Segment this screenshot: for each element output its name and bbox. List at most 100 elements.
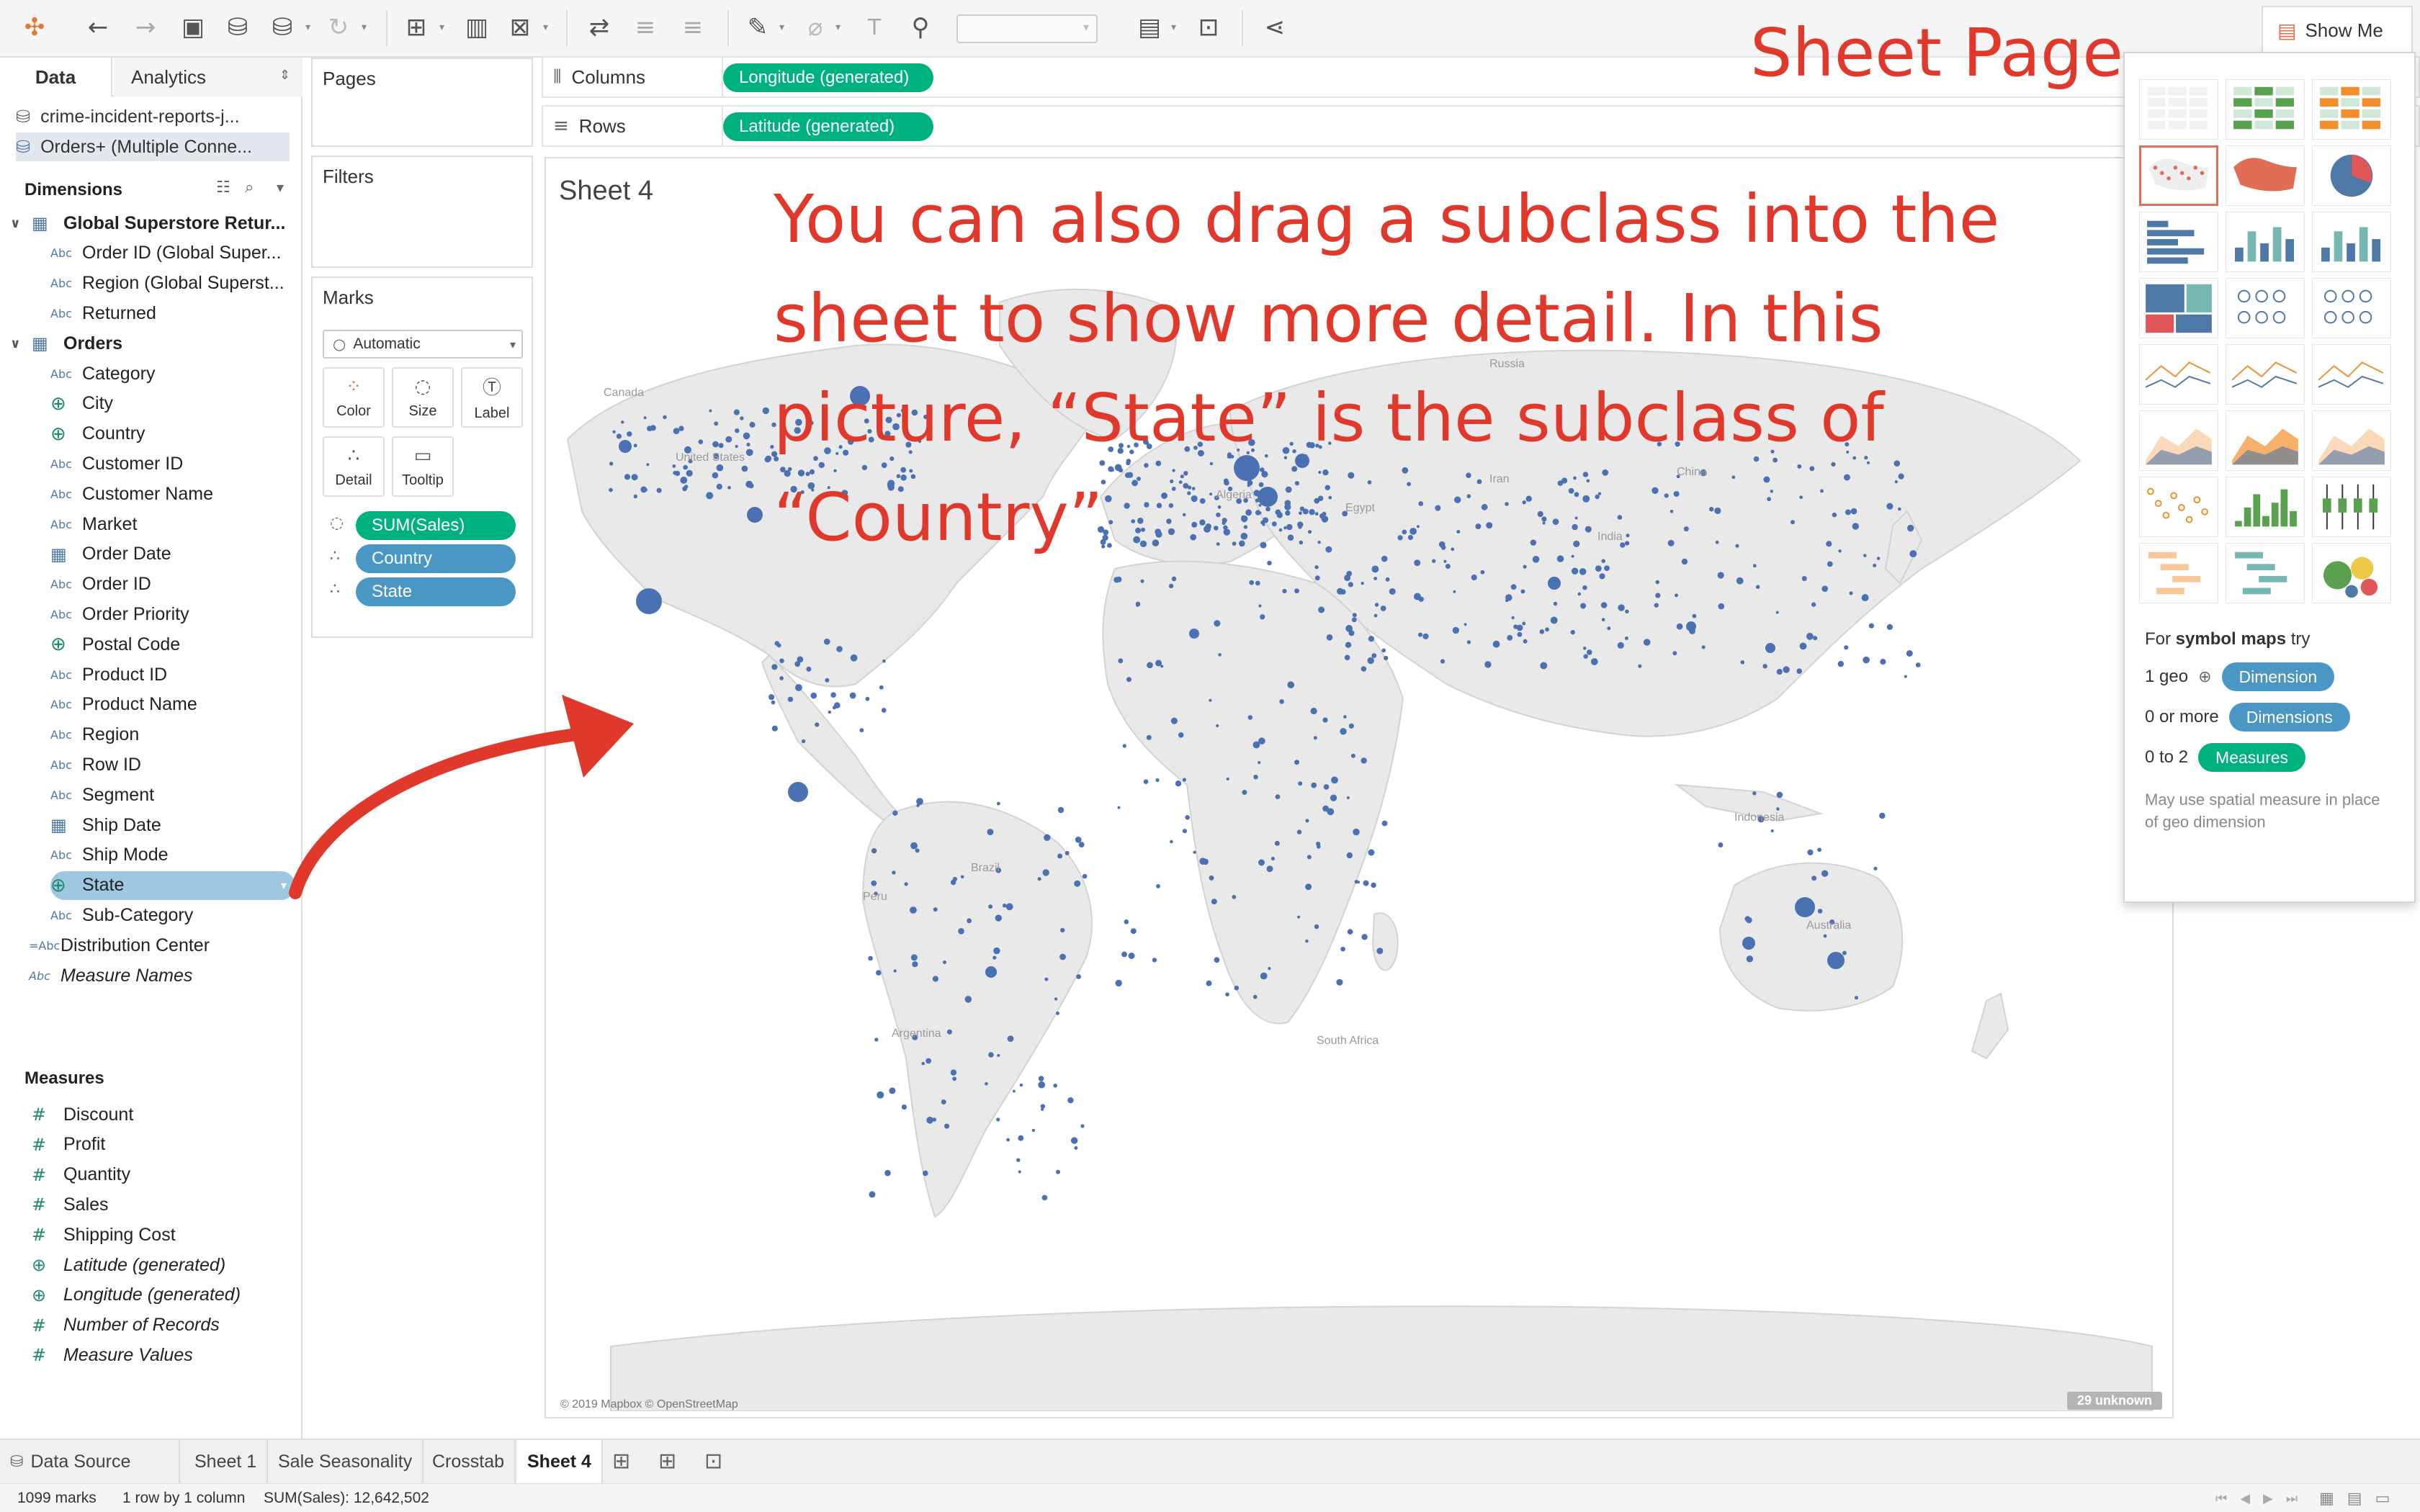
dimension-field[interactable]: Abc Row ID (50, 750, 141, 779)
tab-sheet-4[interactable]: Sheet 4 (517, 1440, 603, 1483)
show-me-dual-combination-thumbnail[interactable] (2312, 410, 2391, 471)
mark-pill-state[interactable]: State (356, 577, 516, 606)
unknown-badge[interactable]: 29 unknown (2066, 1392, 2162, 1410)
dimension-group[interactable]: ∨ ▦ Global Superstore Retur... (10, 209, 285, 238)
rows-pill-latitude[interactable]: Latitude (generated) (723, 112, 933, 141)
show-me-symbol-map-thumbnail[interactable] (2139, 145, 2218, 206)
new-datasource-icon[interactable]: ⛁ (222, 12, 254, 43)
dimension-field[interactable]: ▦ Order Date (50, 540, 171, 569)
dimension-field[interactable]: Abc Category (50, 359, 155, 388)
dimension-field[interactable]: Abc Order ID (Global Super... (50, 239, 282, 268)
dimension-group[interactable]: ∨ ▦ Orders (10, 329, 122, 358)
prev-icon[interactable]: ◀ (2240, 1491, 2250, 1506)
columns-pill-longitude[interactable]: Longitude (generated) (723, 63, 933, 92)
tab-sheet-1[interactable]: Sheet 1 (184, 1440, 269, 1483)
dimension-field[interactable]: Abc Product Name (50, 690, 197, 719)
show-me-line-discrete-thumbnail[interactable] (2226, 344, 2305, 405)
show-me-scatter-plot-thumbnail[interactable] (2139, 477, 2218, 537)
pause-updates-icon[interactable]: ⛁ (266, 12, 298, 43)
chevron-down-icon[interactable]: ▾ (779, 22, 791, 33)
mark-pill-country[interactable]: Country (356, 544, 516, 573)
measure-field[interactable]: # Discount (32, 1100, 133, 1129)
chevron-down-icon[interactable]: ∨ (10, 336, 32, 351)
tab-analytics[interactable]: Analytics (114, 58, 302, 96)
highlight-icon[interactable]: ✎ (742, 12, 774, 43)
show-me-line-continuous-thumbnail[interactable] (2139, 344, 2218, 405)
presentation-icon[interactable]: ⊡ (1193, 12, 1224, 43)
measure-field[interactable]: # Shipping Cost (32, 1220, 176, 1249)
dimension-field[interactable]: Abc Returned (50, 299, 156, 328)
size-button[interactable]: ◌ Size (392, 367, 454, 428)
share-icon[interactable]: ⋖ (1259, 12, 1291, 43)
show-me-circle-view-thumbnail[interactable] (2226, 278, 2305, 338)
chevron-down-icon[interactable]: ▾ (1171, 22, 1183, 33)
datasource-crime[interactable]: ⛁ crime-incident-reports-j... (16, 102, 290, 131)
show-me-button[interactable]: ▤ Show Me (2262, 6, 2413, 53)
tabs-icon[interactable]: ▭ (2375, 1490, 2390, 1508)
chevron-down-icon[interactable]: ▾ (439, 22, 451, 33)
search-icon[interactable]: ⌕ (245, 179, 254, 197)
chevron-down-icon[interactable]: ▾ (362, 22, 373, 33)
dimension-field[interactable]: Abc Ship Mode (50, 841, 169, 870)
chevron-down-icon[interactable]: ▾ (835, 22, 847, 33)
sheet-title[interactable]: Sheet 4 (559, 176, 653, 207)
show-me-area-discrete-thumbnail[interactable] (2226, 410, 2305, 471)
fit-dropdown[interactable]: ▾ (956, 14, 1098, 43)
show-me-area-continuous-thumbnail[interactable] (2139, 410, 2218, 471)
dimension-field[interactable]: ⊕ State ▾ (50, 870, 295, 900)
undo-icon[interactable]: ← (82, 12, 114, 43)
fit-icon[interactable]: ▤ (1134, 12, 1165, 43)
measure-field[interactable]: ⊕ Latitude (generated) (32, 1251, 225, 1279)
duplicate-icon[interactable]: ▥ (461, 12, 493, 43)
measure-field[interactable]: # Number of Records (32, 1311, 220, 1340)
chevron-down-icon[interactable]: ▾ (277, 179, 284, 196)
show-me-heat-map-thumbnail[interactable] (2226, 79, 2305, 140)
last-icon[interactable]: ⏭ (2286, 1491, 2298, 1506)
swap-icon[interactable]: ⇄ (583, 12, 615, 43)
new-dashboard-icon[interactable]: ⊞ (658, 1449, 676, 1474)
dimension-field[interactable]: ⊕ City (50, 390, 113, 418)
dimension-field[interactable]: Abc Region (Global Superst... (50, 269, 284, 298)
measure-field[interactable]: # Quantity (32, 1161, 130, 1189)
dimension-field[interactable]: Abc Sub-Category (50, 901, 193, 930)
redo-icon[interactable]: → (130, 12, 161, 43)
dimension-field[interactable]: ▦ Ship Date (50, 811, 161, 840)
tab-sale-seasonality[interactable]: Sale Seasonality (268, 1440, 424, 1483)
datasource-orders[interactable]: ⛁ Orders+ (Multiple Conne... (16, 132, 290, 161)
measure-field[interactable]: # Profit (32, 1130, 105, 1159)
new-story-icon[interactable]: ⊡ (704, 1449, 722, 1474)
chevron-down-icon[interactable]: ▾ (543, 22, 555, 33)
next-icon[interactable]: ▶ (2263, 1491, 2273, 1506)
dimension-field[interactable]: Abc Measure Names (29, 961, 192, 990)
measure-field[interactable]: # Sales (32, 1190, 109, 1219)
tab-crosstab[interactable]: Crosstab (422, 1440, 516, 1483)
show-me-bullet-graph-thumbnail[interactable] (2226, 543, 2305, 603)
measure-field[interactable]: # Measure Values (32, 1341, 193, 1369)
show-me-highlight-table-thumbnail[interactable] (2312, 79, 2391, 140)
pages-card[interactable]: Pages (311, 58, 533, 147)
show-me-horizontal-bars-thumbnail[interactable] (2139, 212, 2218, 272)
new-worksheet-icon[interactable]: ⊞ (612, 1449, 630, 1474)
mark-pill-sum-sales[interactable]: SUM(Sales) (356, 511, 516, 540)
dimension-field[interactable]: Abc Region (50, 721, 139, 750)
new-worksheet-icon[interactable]: ⊞ (400, 12, 432, 43)
tooltip-button[interactable]: ▭ Tooltip (392, 436, 454, 497)
filters-card[interactable]: Filters (311, 156, 533, 268)
show-me-treemap-thumbnail[interactable] (2139, 278, 2218, 338)
show-me-pie-chart-thumbnail[interactable] (2312, 145, 2391, 206)
chevron-down-icon[interactable]: ▾ (305, 22, 317, 33)
show-me-filled-map-thumbnail[interactable] (2226, 145, 2305, 206)
dimension-field[interactable]: Abc Order Priority (50, 600, 189, 629)
group-icon[interactable]: ⌀ (799, 12, 831, 43)
dimension-field[interactable]: Abc Customer ID (50, 449, 183, 478)
refresh-icon[interactable]: ↻ (323, 12, 354, 43)
dimension-field[interactable]: ⊕ Postal Code (50, 630, 180, 659)
chevron-down-icon[interactable]: ∨ (10, 216, 32, 231)
show-me-side-by-side-circles-thumbnail[interactable] (2312, 278, 2391, 338)
detail-button[interactable]: ∴ Detail (323, 436, 385, 497)
clear-sheet-icon[interactable]: ⊠ (504, 12, 536, 43)
sheet-sorter-icon[interactable]: ▦ (2319, 1490, 2334, 1508)
show-me-stacked-bars-thumbnail[interactable] (2226, 212, 2305, 272)
show-me-box-whisker-thumbnail[interactable] (2312, 477, 2391, 537)
label-button[interactable]: Ⓣ Label (461, 367, 523, 428)
